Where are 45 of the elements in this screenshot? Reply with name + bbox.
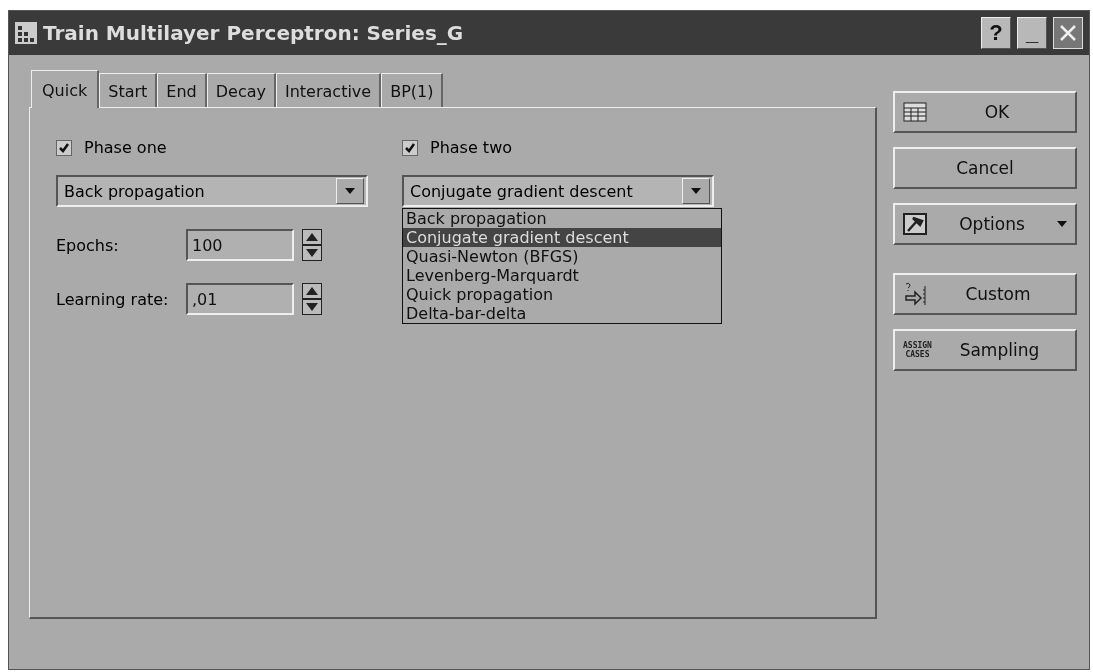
dropdown-option[interactable]: Conjugate gradient descent <box>403 228 721 247</box>
field-label: Epochs: <box>56 235 120 255</box>
caret-icon <box>1057 221 1067 227</box>
input-field[interactable]: ,01 <box>186 283 294 315</box>
dialog-button[interactable]: Options <box>893 203 1077 245</box>
tab[interactable]: End <box>157 73 207 107</box>
window-title: Train Multilayer Perceptron: Series_G <box>43 21 465 45</box>
arrow-ruler-icon <box>903 282 929 306</box>
spin-buttons[interactable] <box>302 283 322 315</box>
field-label: Learning rate: <box>56 289 170 309</box>
algorithm-dropdown[interactable]: Back propagation <box>56 175 368 207</box>
checkbox-label: Phase one <box>84 138 167 157</box>
tab[interactable]: Interactive <box>276 73 382 107</box>
dialog-button[interactable]: Custom <box>893 273 1077 315</box>
dropdown-option[interactable]: Delta-bar-delta <box>403 304 721 323</box>
icon-caption: ASSIGN <box>903 341 932 350</box>
checkbox[interactable] <box>56 139 72 156</box>
dropdown-option[interactable]: Quasi-Newton (BFGS) <box>403 247 721 266</box>
dropdown-option[interactable]: Quick propagation <box>403 285 721 304</box>
dialog-button[interactable]: ASSIGN CASES Sampling <box>893 329 1077 371</box>
dialog-button[interactable]: Cancel <box>893 147 1077 189</box>
caret-icon <box>345 188 355 194</box>
input-field[interactable]: 100 <box>186 229 294 261</box>
dialog-button[interactable]: OK <box>893 91 1077 133</box>
tab[interactable]: Quick <box>31 70 100 108</box>
dropdown-option[interactable]: Back propagation <box>403 209 721 228</box>
dropdown-option[interactable]: Levenberg-Marquardt <box>403 266 721 285</box>
checkbox[interactable] <box>402 139 418 156</box>
close-icon <box>1058 23 1078 43</box>
caret-icon <box>691 188 701 194</box>
hammer-icon <box>903 213 927 235</box>
title-bar-button[interactable]: _ <box>1017 17 1047 49</box>
algorithm-dropdown[interactable]: Conjugate gradient descent <box>402 175 714 207</box>
dropdown-arrow-button[interactable] <box>682 178 710 204</box>
title-bar-button[interactable]: ? <box>981 17 1011 49</box>
grid-app-icon <box>15 22 37 44</box>
close-button[interactable] <box>1053 17 1083 49</box>
tab[interactable]: BP(1) <box>381 73 444 107</box>
dropdown-arrow-button[interactable] <box>336 178 364 204</box>
icon-caption: CASES <box>904 350 931 359</box>
spin-buttons[interactable] <box>302 229 322 261</box>
tab[interactable]: Decay <box>206 73 276 107</box>
checkbox-label: Phase two <box>430 138 512 157</box>
tab[interactable]: Start <box>99 73 158 107</box>
table-icon <box>903 102 927 122</box>
